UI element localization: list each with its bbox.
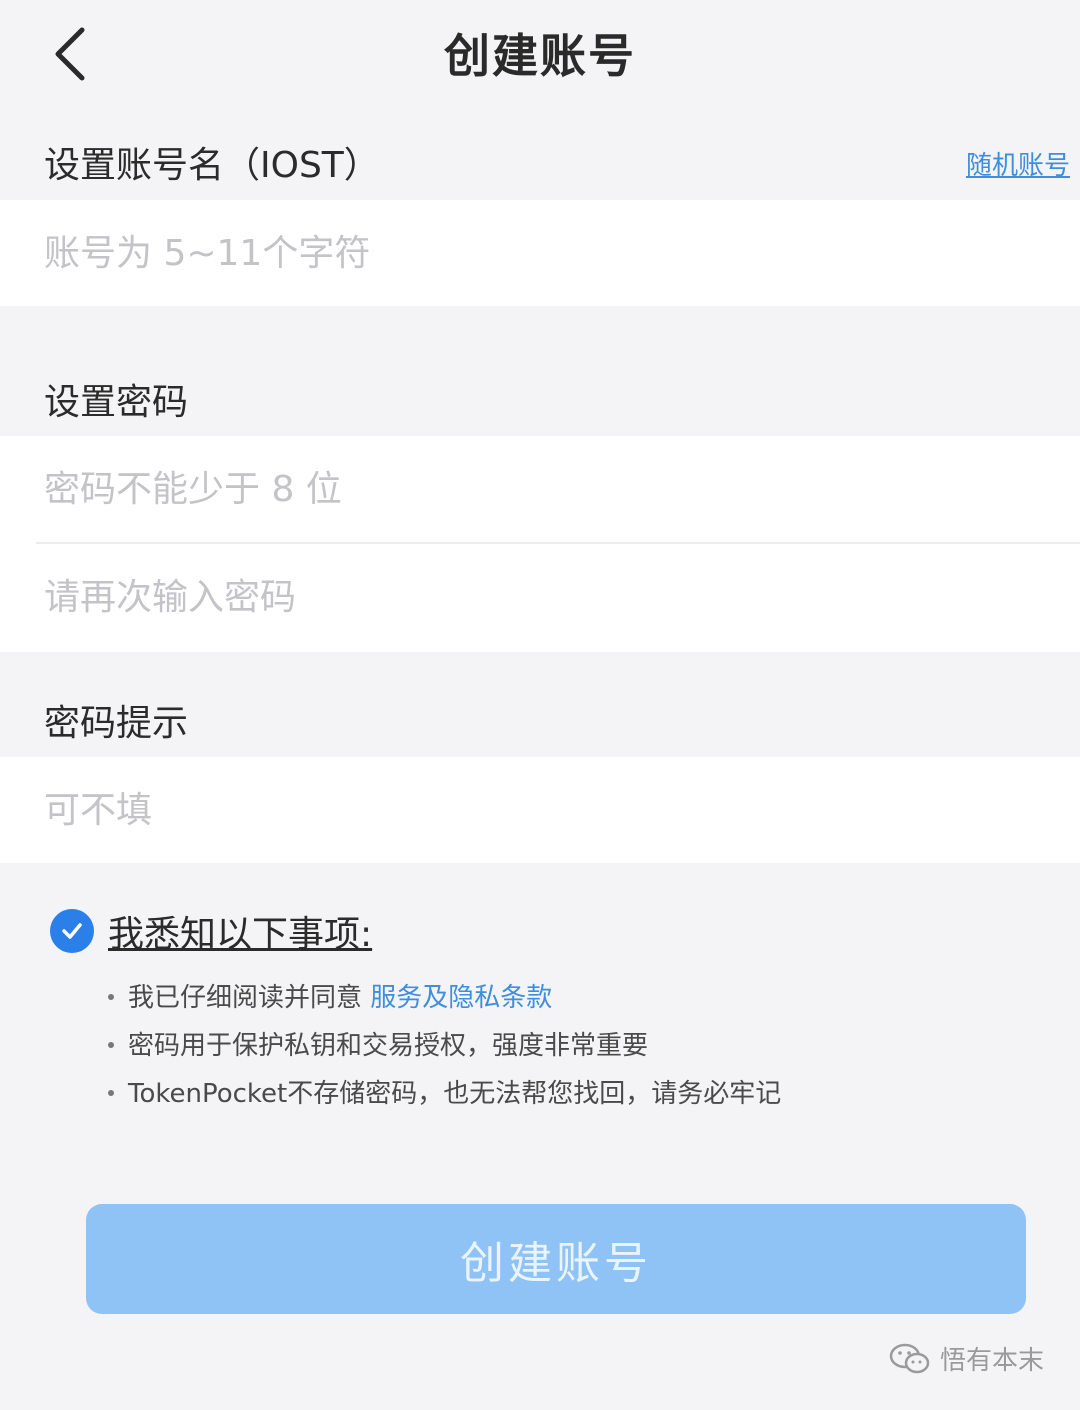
random-account-link[interactable]: 随机账号 <box>966 145 1070 182</box>
account-name-input[interactable] <box>44 228 1034 278</box>
bullet-icon <box>108 993 114 1000</box>
password-hint-label: 密码提示 <box>44 703 189 744</box>
acknowledge-title: 我悉知以下事项: <box>108 914 373 955</box>
acknowledge-checkbox[interactable]: 我悉知以下事项: <box>50 905 372 957</box>
notice-text: 我已仔细阅读并同意 <box>128 983 371 1013</box>
bullet-icon <box>108 1089 114 1096</box>
watermark: 悟有本末 <box>888 1340 1044 1377</box>
header-bar: 创建账号 <box>0 0 1080 110</box>
password-label: 设置密码 <box>44 382 189 423</box>
account-name-band <box>0 200 1080 306</box>
watermark-text: 悟有本末 <box>939 1346 1044 1376</box>
wechat-icon <box>889 1343 930 1373</box>
password-divider <box>36 542 1080 544</box>
password-hint-input[interactable] <box>44 785 1034 835</box>
password-confirm-input[interactable] <box>44 572 1034 622</box>
notice-list: 我已仔细阅读并同意 服务及隐私条款 密码用于保护私钥和交易授权，强度非常重要 T… <box>108 978 781 1122</box>
check-circle-icon <box>50 909 94 953</box>
page-title: 创建账号 <box>444 29 636 83</box>
password-band <box>0 436 1080 652</box>
notice-text: TokenPocket不存储密码，也无法帮您找回，请务必牢记 <box>128 1079 782 1109</box>
notice-item: 我已仔细阅读并同意 服务及隐私条款 <box>108 978 781 1026</box>
account-name-label: 设置账号名（IOST） <box>44 145 380 186</box>
password-hint-band <box>0 757 1080 863</box>
notice-item: 密码用于保护私钥和交易授权，强度非常重要 <box>108 1026 781 1074</box>
password-input[interactable] <box>44 464 1034 514</box>
notice-item: TokenPocket不存储密码，也无法帮您找回，请务必牢记 <box>108 1074 781 1122</box>
notice-text: 密码用于保护私钥和交易授权，强度非常重要 <box>128 1031 649 1061</box>
bullet-icon <box>108 1041 114 1048</box>
create-account-button[interactable]: 创建账号 <box>86 1204 1026 1314</box>
terms-privacy-link[interactable]: 服务及隐私条款 <box>370 983 552 1013</box>
